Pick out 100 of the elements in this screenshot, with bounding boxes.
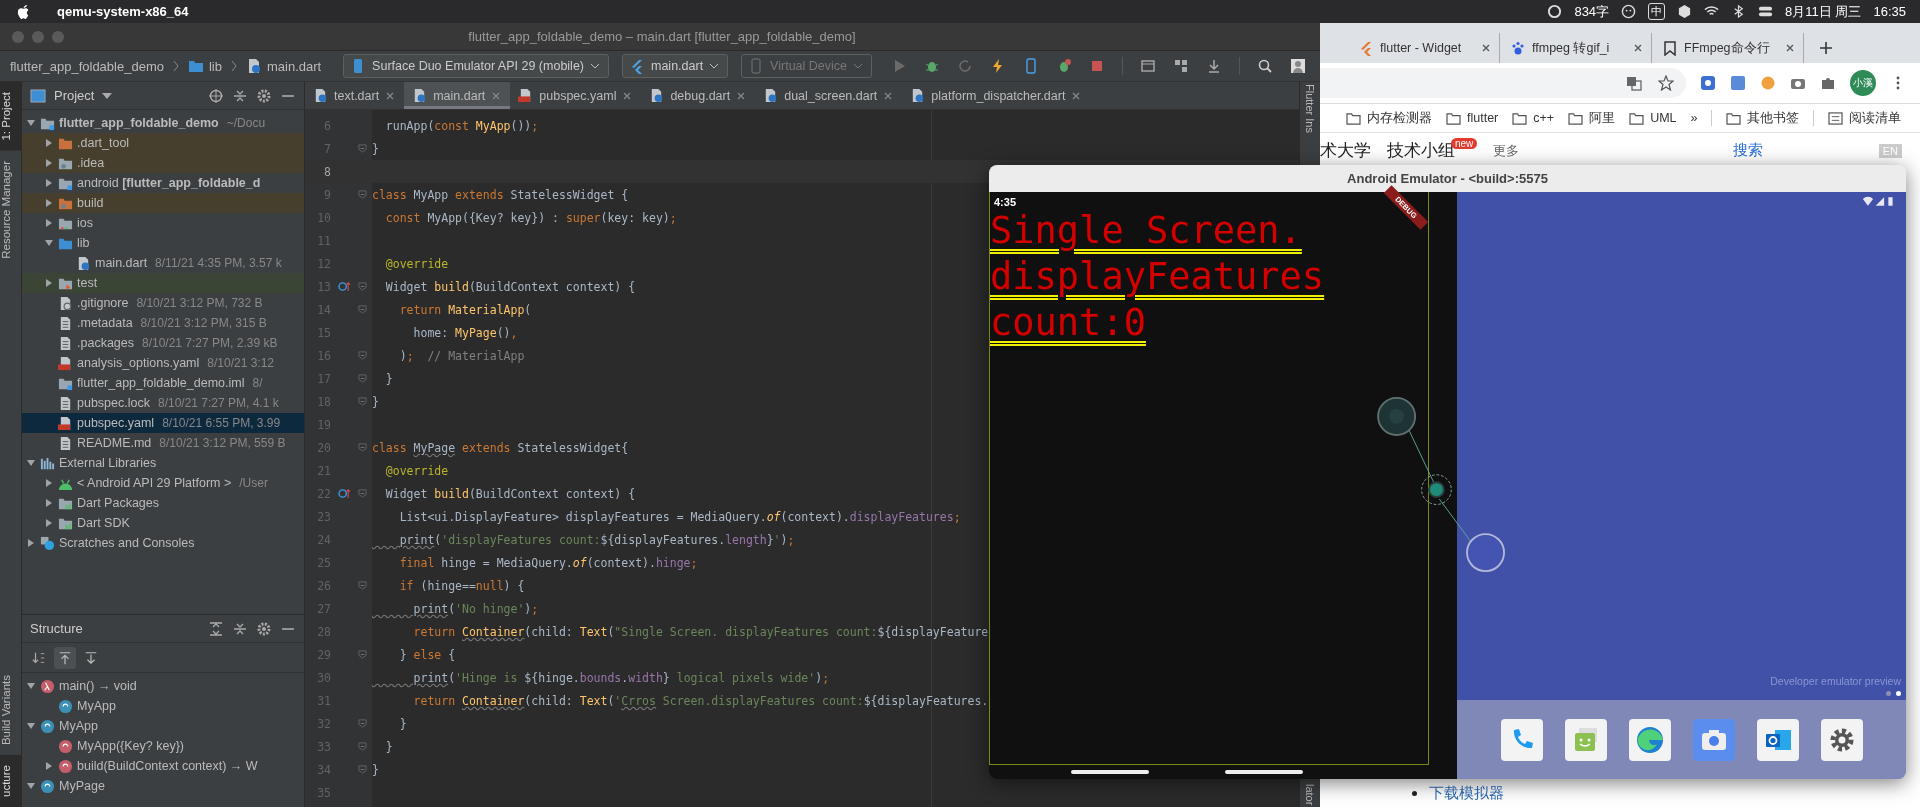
tree-item[interactable]: flutter_app_foldable_demo ~/Docu	[22, 113, 304, 133]
tree-item[interactable]: flutter_app_foldable_demo.iml 8/	[22, 373, 304, 393]
user-icon[interactable]	[1290, 58, 1306, 74]
tree-item[interactable]: MyApp	[22, 716, 304, 736]
editor-tab[interactable]: pubspec.yaml	[510, 82, 642, 109]
expand-arrow-icon[interactable]	[44, 518, 54, 528]
phone-icon[interactable]	[1500, 718, 1543, 761]
run-config-dropdown[interactable]: main.dart	[622, 54, 729, 78]
tree-item[interactable]: .dart_tool	[22, 133, 304, 153]
puzzle-icon[interactable]	[1820, 75, 1836, 91]
arrow-up-icon[interactable]	[54, 646, 76, 669]
override-marker-icon[interactable]	[337, 488, 351, 499]
fold-marker-icon[interactable]	[358, 742, 367, 751]
tree-item[interactable]: Scratches and Consoles	[22, 533, 304, 553]
smiley-icon[interactable]	[1621, 4, 1637, 19]
bookmarks-overflow[interactable]: »	[1690, 111, 1698, 125]
close-icon[interactable]	[1633, 43, 1643, 53]
editor-tab[interactable]: debug.dart	[641, 82, 756, 109]
breadcrumb-item[interactable]: main.dart	[266, 58, 322, 74]
tree-item[interactable]: main.dart 8/11/21 4:35 PM, 3.57 k	[22, 253, 304, 273]
tree-item[interactable]: build(BuildContext context) → W	[22, 756, 304, 776]
tool-window-tab[interactable]: lator	[1304, 781, 1316, 807]
tool-window-tab[interactable]: 1: Project	[0, 82, 21, 151]
expand-arrow-icon[interactable]	[44, 138, 54, 148]
expand-arrow-icon[interactable]	[26, 118, 36, 128]
tree-item[interactable]: .packages 8/10/21 7:27 PM, 2.39 kB	[22, 333, 304, 353]
word-count[interactable]: 834字	[1574, 2, 1610, 21]
touch-points-drawing[interactable]	[1377, 397, 1507, 573]
bookmark-item[interactable]: c++	[1512, 111, 1555, 125]
circle-icon[interactable]	[1547, 4, 1563, 19]
expand-arrow-icon[interactable]	[26, 781, 36, 791]
browser-tab[interactable]: FFmpeg命令行	[1654, 33, 1804, 63]
close-icon[interactable]	[1785, 43, 1795, 53]
tool-window-tab[interactable]: ucture	[0, 755, 21, 807]
profile-avatar[interactable]: 小溪	[1850, 70, 1876, 96]
bookmark-item[interactable]: 其他书签	[1726, 109, 1800, 127]
expand-arrow-icon[interactable]	[44, 238, 54, 248]
new-tab-icon[interactable]	[1818, 40, 1834, 56]
camera-icon[interactable]	[1692, 718, 1735, 761]
stop-icon[interactable]	[1089, 58, 1105, 74]
expand-arrow-icon[interactable]	[26, 538, 36, 548]
extension-icon[interactable]	[1700, 75, 1716, 91]
close-icon[interactable]	[1071, 90, 1082, 101]
browser-tab[interactable]: flutter - Widget	[1350, 33, 1500, 63]
input-method[interactable]: 中	[1648, 3, 1666, 20]
tree-item[interactable]: build	[22, 193, 304, 213]
expand-arrow-icon[interactable]	[26, 458, 36, 468]
fold-marker-icon[interactable]	[358, 581, 367, 590]
close-icon[interactable]	[622, 90, 633, 101]
fold-marker-icon[interactable]	[358, 765, 367, 774]
tree-item[interactable]: .gitignore 8/10/21 3:12 PM, 732 B	[22, 293, 304, 313]
device-dropdown[interactable]: Surface Duo Emulator API 29 (mobile)	[343, 54, 609, 78]
expand-arrow-icon[interactable]	[44, 478, 54, 488]
crosshair-icon[interactable]	[208, 87, 224, 104]
tree-item[interactable]: Dart SDK	[22, 513, 304, 533]
override-marker-icon[interactable]	[337, 281, 351, 292]
expand-arrow-icon[interactable]	[26, 681, 36, 691]
tree-item[interactable]: pubspec.lock 8/10/21 7:27 PM, 4.1 k	[22, 393, 304, 413]
fold-marker-icon[interactable]	[358, 489, 367, 498]
tree-item[interactable]: MyApp({Key? key})	[22, 736, 304, 756]
tree-item[interactable]: test	[22, 273, 304, 293]
tree-item[interactable]: External Libraries	[22, 453, 304, 473]
breadcrumb-item[interactable]: lib	[208, 58, 222, 74]
app-menu[interactable]: qemu-system-x86_64	[57, 4, 189, 19]
page-indicator-dot[interactable]	[1896, 691, 1901, 696]
fold-marker-icon[interactable]	[358, 374, 367, 383]
hexagon-icon[interactable]	[1677, 4, 1693, 19]
tree-item[interactable]: .idea	[22, 153, 304, 173]
fold-marker-icon[interactable]	[358, 719, 367, 728]
close-icon[interactable]	[385, 90, 396, 101]
tree-item[interactable]: MyApp	[22, 696, 304, 716]
expand-arrow-icon[interactable]	[44, 178, 54, 188]
translate-icon[interactable]	[1626, 75, 1642, 91]
editor-tab[interactable]: platform_dispatcher.dart	[902, 82, 1091, 109]
fold-marker-icon[interactable]	[358, 305, 367, 314]
expand-arrow-icon[interactable]	[44, 498, 54, 508]
bookmark-item[interactable]: 内存检测器	[1346, 109, 1432, 127]
bookmark-item[interactable]: flutter	[1446, 111, 1499, 125]
menubar-time[interactable]: 16:35	[1873, 4, 1906, 19]
fold-marker-icon[interactable]	[358, 443, 367, 452]
expand-arrow-icon[interactable]	[44, 198, 54, 208]
gear-icon[interactable]	[1820, 718, 1863, 761]
expand-arrow-icon[interactable]	[44, 278, 54, 288]
mail-app-icon[interactable]	[1756, 718, 1799, 761]
tool-window-tab[interactable]: Resource Manager	[0, 150, 21, 269]
editor-tab[interactable]: text.dart	[305, 82, 405, 109]
tree-item[interactable]: README.md 8/10/21 3:12 PM, 559 B	[22, 433, 304, 453]
settings-icon[interactable]	[256, 620, 272, 637]
apple-logo-icon[interactable]	[16, 4, 31, 19]
reading-list[interactable]: 阅读清单	[1828, 109, 1902, 127]
bookmark-item[interactable]: 阿里	[1568, 109, 1616, 127]
close-icon[interactable]	[1481, 43, 1491, 53]
browser-tab[interactable]: ffmpeg 转gif_i	[1502, 33, 1652, 63]
chat-smiley-icon[interactable]	[1564, 718, 1607, 761]
extension-icon[interactable]	[1730, 75, 1746, 91]
tree-item[interactable]: main() → void	[22, 676, 304, 696]
tree-item[interactable]: Dart Packages	[22, 493, 304, 513]
swirl-icon[interactable]	[1628, 718, 1671, 761]
tree-item[interactable]: MyPage	[22, 776, 304, 796]
tool-window-tab[interactable]: Flutter Ins	[1304, 82, 1316, 135]
